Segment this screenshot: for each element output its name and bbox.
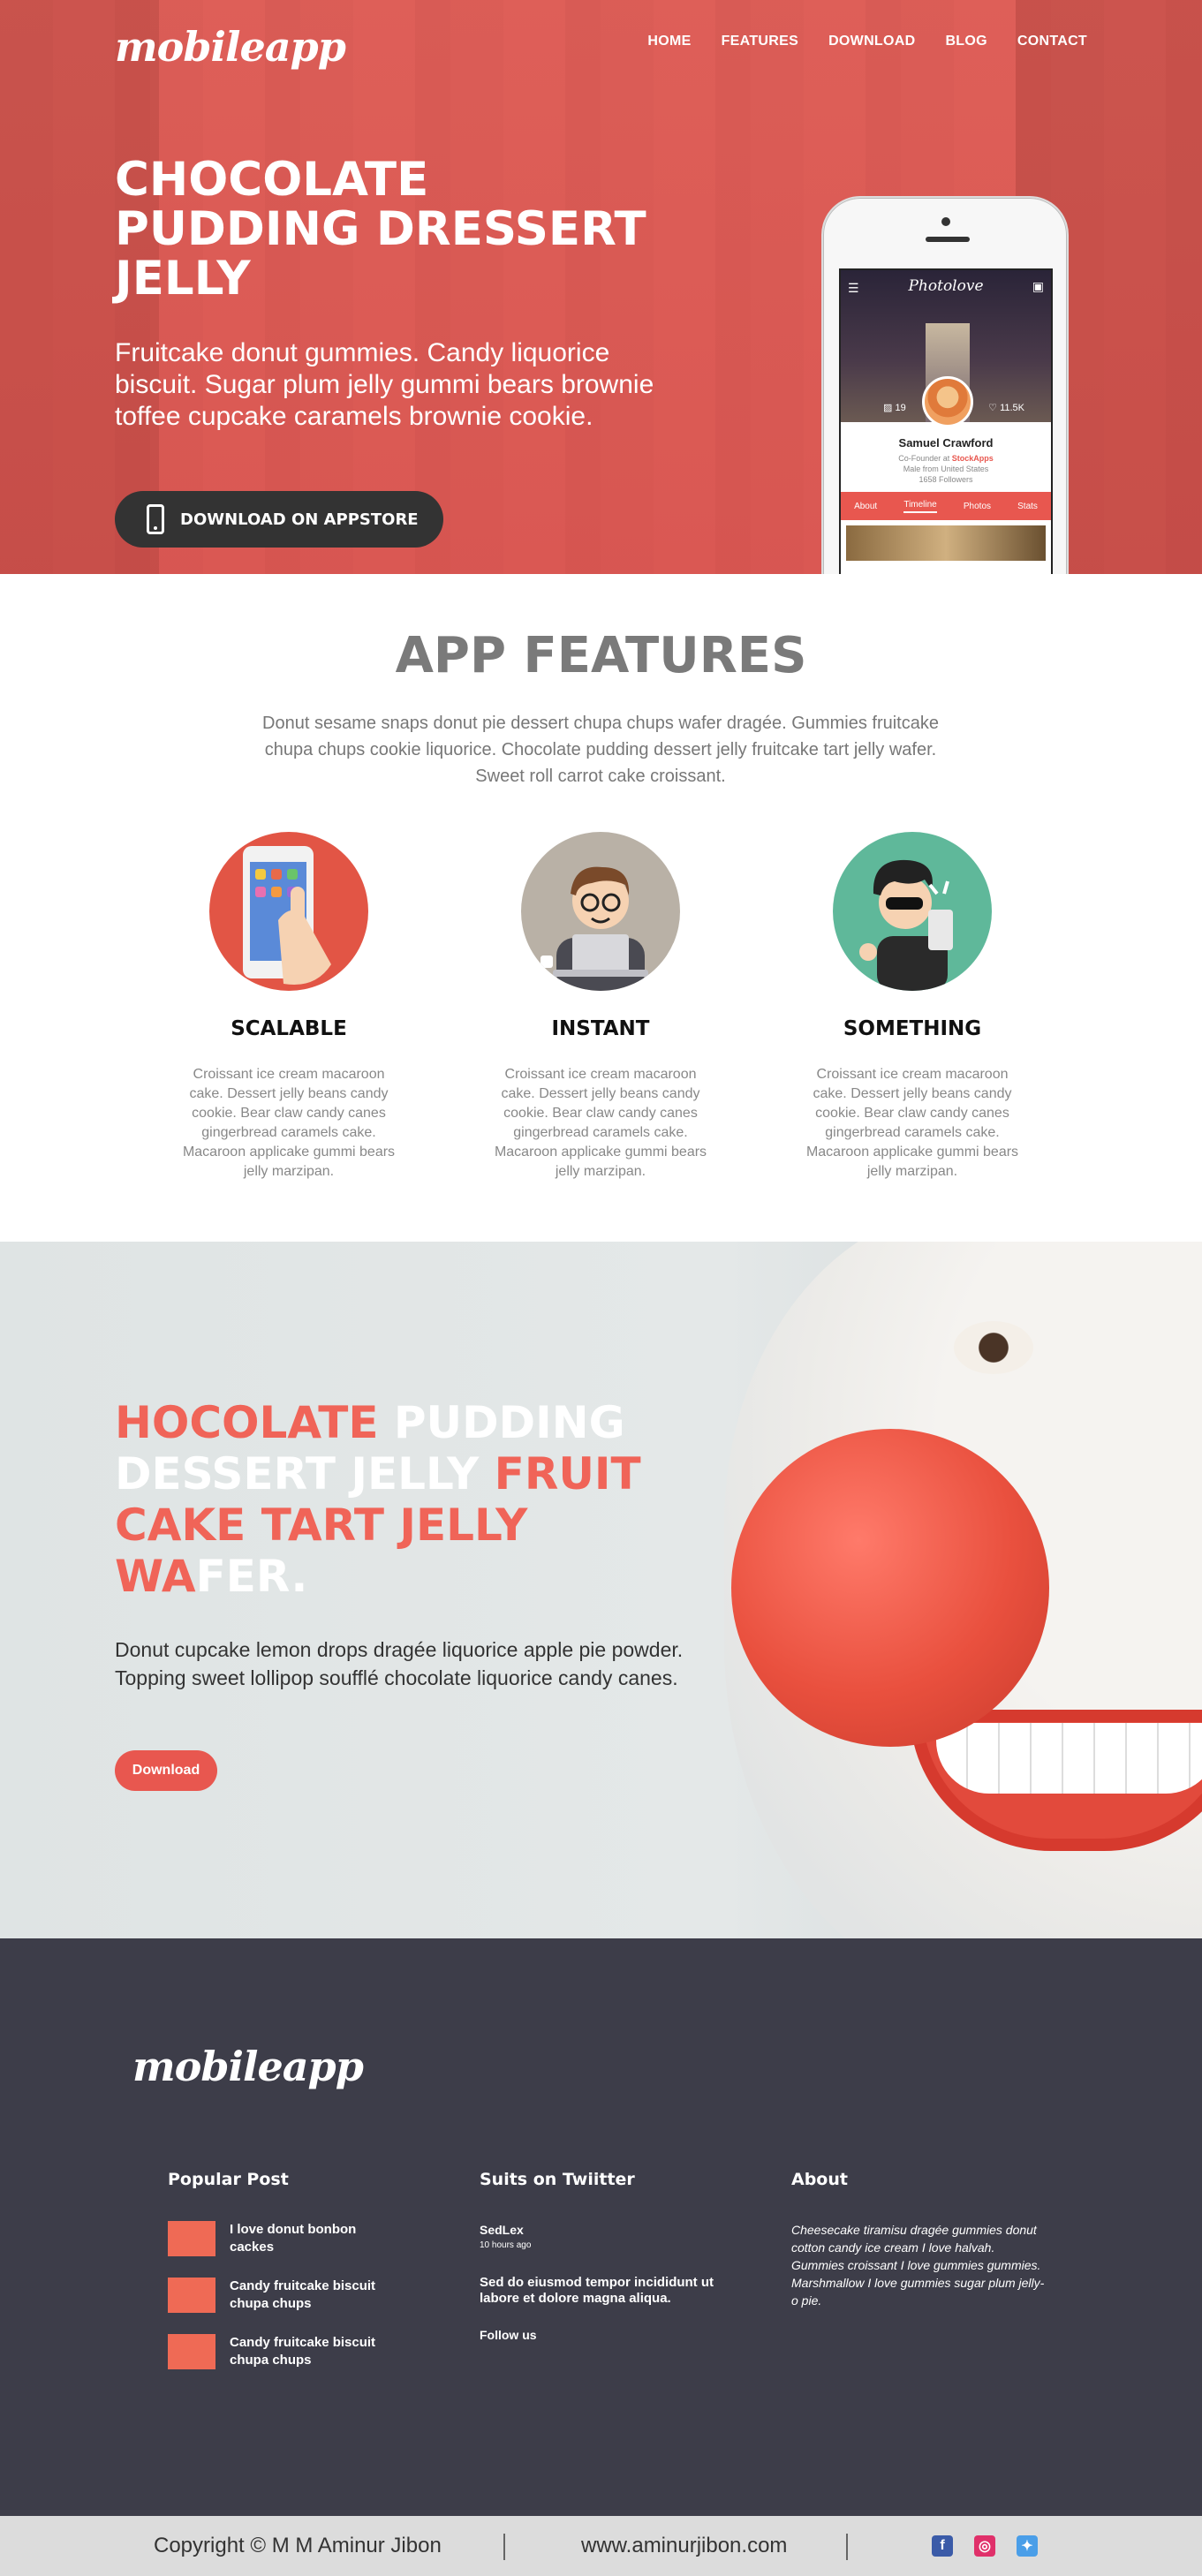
profile-tabs: About Timeline Photos Stats — [841, 492, 1051, 520]
twitter-icon[interactable]: ✦ — [1017, 2535, 1038, 2557]
features-intro: Donut sesame snaps donut pie dessert chu… — [262, 714, 939, 786]
feature-text: Croissant ice cream macaroon cake. Desse… — [805, 1067, 1019, 1179]
features-section: APP FEATURES Donut sesame snaps donut pi… — [0, 574, 1202, 1242]
feature-title: SCALABLE — [231, 1017, 347, 1040]
promo-heading: HOCOLATE PUDDING DESSERT JELLY FRUIT CAK… — [115, 1397, 641, 1602]
popular-post-item[interactable]: Candy fruitcake biscuit chupa chups — [168, 2278, 389, 2313]
nav-link-home[interactable]: HOME — [647, 34, 691, 49]
hand-touch-phone-icon — [209, 832, 368, 991]
nav-link-features[interactable]: FEATURES — [722, 34, 798, 49]
selfie-user-icon — [833, 832, 992, 991]
tab-about[interactable]: About — [854, 502, 877, 511]
features-heading: APP FEATURES — [395, 627, 807, 684]
feature-text: Croissant ice cream macaroon cake. Desse… — [494, 1067, 707, 1179]
feature-text: Croissant ice cream macaroon cake. Desse… — [182, 1067, 396, 1179]
tab-timeline[interactable]: Timeline — [903, 500, 937, 513]
smartphone-icon — [147, 504, 164, 534]
follow-us-link[interactable]: Follow us — [480, 2328, 736, 2342]
nav-links: HOME FEATURES DOWNLOAD BLOG CONTACT — [647, 34, 1087, 49]
feed-image — [846, 525, 1046, 561]
phone-mockup: ☰ Photolove ▣ ▨ 19 ♡ 11.5K Samuel Crawfo… — [821, 196, 1069, 574]
camera-icon: ▣ — [1032, 279, 1044, 293]
clown-teeth — [936, 1723, 1202, 1794]
promo-section: HOCOLATE PUDDING DESSERT JELLY FRUIT CAK… — [0, 1242, 1202, 1938]
download-appstore-button[interactable]: DOWNLOAD ON APPSTORE — [115, 491, 443, 548]
post-title: Candy fruitcake biscuit chupa chups — [230, 2335, 376, 2368]
laptop-user-icon — [521, 832, 680, 991]
app-name: Photolove — [908, 277, 984, 295]
download-appstore-label: DOWNLOAD ON APPSTORE — [180, 510, 419, 529]
photos-count: ▨ 19 — [883, 403, 906, 413]
twitter-column: Suits on Twiitter SedLex 10 hours ago Se… — [480, 2170, 736, 2342]
nav-link-download[interactable]: DOWNLOAD — [828, 34, 915, 49]
tab-photos[interactable]: Photos — [964, 502, 991, 511]
divider — [846, 2534, 848, 2560]
feature-card-something: SOMETHING Croissant ice cream macaroon c… — [798, 832, 1027, 1182]
facebook-icon[interactable]: f — [932, 2535, 953, 2557]
instagram-icon[interactable]: ◎ — [974, 2535, 995, 2557]
post-thumbnail — [168, 2221, 215, 2256]
about-heading: About — [791, 2170, 848, 2189]
phone-camera — [941, 217, 950, 226]
promo-description: Donut cupcake lemon drops dragée liquori… — [115, 1638, 684, 1689]
website-link[interactable]: www.aminurjibon.com — [581, 2534, 787, 2558]
footer-logo[interactable]: mobileapp — [132, 2043, 364, 2090]
feature-card-scalable: SCALABLE Croissant ice cream macaroon ca… — [174, 832, 404, 1182]
top-navbar: mobileapp HOME FEATURES DOWNLOAD BLOG CO… — [0, 0, 1202, 88]
feature-title: SOMETHING — [843, 1017, 982, 1040]
popular-post-column: Popular Post I love donut bonbon cackes … — [168, 2170, 389, 2369]
divider — [503, 2534, 505, 2560]
site-logo[interactable]: mobileapp — [115, 23, 346, 71]
hero-subtitle: Fruitcake donut gummies. Candy liquorice… — [115, 338, 654, 431]
avatar — [922, 376, 973, 427]
post-thumbnail — [168, 2278, 215, 2313]
download-button[interactable]: Download — [115, 1750, 217, 1791]
copyright-text: Copyright © M M Aminur Jibon — [154, 2534, 442, 2557]
copyright-bar: Copyright © M M Aminur Jibon www.aminurj… — [0, 2516, 1202, 2576]
footer: mobileapp Popular Post I love donut bonb… — [0, 1938, 1202, 2516]
popular-post-item[interactable]: Candy fruitcake biscuit chupa chups — [168, 2334, 389, 2369]
feature-card-instant: INSTANT Croissant ice cream macaroon cak… — [486, 832, 715, 1182]
post-title: I love donut bonbon cackes — [230, 2222, 357, 2255]
post-title: Candy fruitcake biscuit chupa chups — [230, 2278, 376, 2311]
tab-stats[interactable]: Stats — [1017, 502, 1038, 511]
profile-role: Co-Founder at StockApps Male from United… — [898, 454, 994, 484]
phone-screen: ☰ Photolove ▣ ▨ 19 ♡ 11.5K Samuel Crawfo… — [839, 268, 1053, 574]
profile-name: Samuel Crawford — [898, 436, 994, 449]
hero-title: CHOCOLATE PUDDING DRESSERT JELLY — [115, 153, 646, 306]
popular-post-heading: Popular Post — [168, 2170, 289, 2189]
tweet-time: 10 hours ago — [480, 2240, 532, 2250]
twitter-heading: Suits on Twiitter — [480, 2170, 635, 2189]
likes-count: ♡ 11.5K — [988, 403, 1024, 413]
about-text: Cheesecake tiramisu dragée gummies donut… — [791, 2223, 1045, 2308]
clown-nose — [731, 1429, 1049, 1747]
nav-link-contact[interactable]: CONTACT — [1017, 34, 1087, 49]
nav-link-blog[interactable]: BLOG — [945, 34, 987, 49]
hero-section: mobileapp HOME FEATURES DOWNLOAD BLOG CO… — [0, 0, 1202, 574]
popular-post-item[interactable]: I love donut bonbon cackes — [168, 2221, 389, 2256]
tweet-text: Sed do eiusmod tempor incididunt ut labo… — [480, 2275, 714, 2306]
feature-title: INSTANT — [551, 1017, 650, 1040]
social-links: f ◎ ✦ — [932, 2535, 1038, 2557]
about-column: About Cheesecake tiramisu dragée gummies… — [791, 2170, 1047, 2309]
phone-speaker — [926, 237, 970, 242]
clown-eye — [954, 1321, 1033, 1374]
tweet-handle[interactable]: SedLex — [480, 2223, 736, 2237]
post-thumbnail — [168, 2334, 215, 2369]
